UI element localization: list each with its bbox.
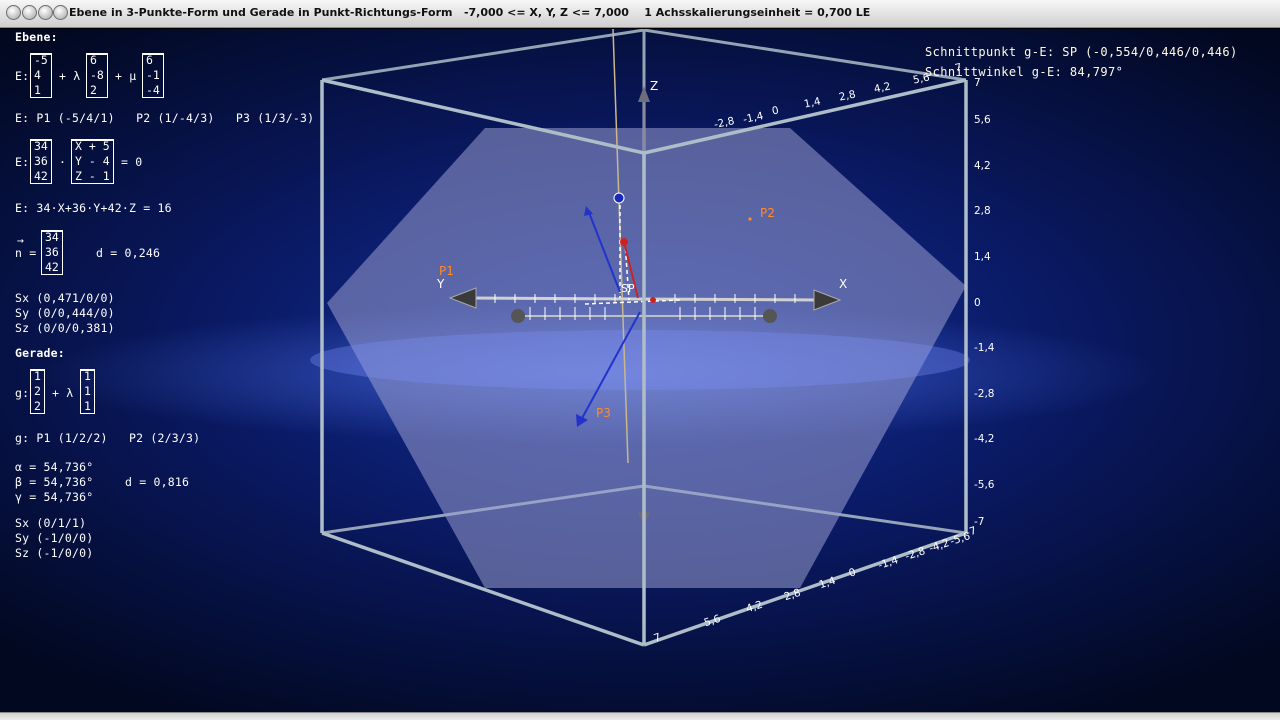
vector-cell: 34 [45,230,59,244]
line-angle-alpha: α = 54,736° [15,460,94,474]
vector-cell: 1 [84,369,91,383]
vector-cell: 1 [84,399,91,413]
vector-cell: 36 [45,245,59,259]
vector-cell: 42 [45,260,59,274]
right-scale-label: -4,2 [974,433,995,445]
p3-label: P3 [596,406,611,420]
plane-prefix: E: [15,69,30,83]
line-distance: d = 0,816 [125,475,190,489]
vector-cell: 2 [34,399,41,413]
line-support-vector: 1 2 2 [30,369,45,414]
sp-label: SP [621,282,635,295]
lambda-symbol: + λ [59,69,81,83]
vector-cell: 1 [34,83,41,97]
right-scale-label: -5,6 [974,479,995,491]
vector-cell: 1 [34,369,41,383]
z-axis-label: Z [650,79,659,93]
maximize-icon[interactable] [38,5,53,20]
coordinate-form: E: 34·X+36·Y+42·Z = 16 [15,201,172,215]
vector-cell: Y - 4 [75,154,110,168]
plane-distance: d = 0,246 [96,246,161,260]
vector-cell: X + 5 [75,139,110,153]
line-lambda-symbol: + λ [52,386,74,400]
plane-support-vector: -5 4 1 [30,53,52,98]
plane-highlight [310,330,970,390]
mu-symbol: + μ [115,69,137,83]
normal-vector-label: n = [15,246,37,260]
p2-marker [748,217,752,221]
plane-intercept-z: Sz (0/0/0,381) [15,321,115,335]
line-prefix: g: [15,386,30,400]
plane-direction-vector-2: 6 -1 -4 [142,53,164,98]
vector-cell: 4 [34,68,41,82]
line-direction-vector: 1 1 1 [80,369,95,414]
p2-label: P2 [760,206,775,220]
right-scale-label: 4,2 [974,160,991,172]
close-icon[interactable] [53,5,68,20]
vector-cell: -8 [90,68,104,82]
scene-graphics [310,29,970,647]
right-scale-label: -7 [974,516,985,528]
arrow-icon: → [17,233,25,247]
right-scale-label: 1,4 [974,251,991,263]
vector-cell: 6 [90,53,97,67]
window-menu-icon[interactable] [6,5,21,20]
line-intercept-z: Sz (-1/0/0) [15,546,94,560]
y-axis-label: Y [437,277,445,291]
right-scale-label: -1,4 [974,342,995,354]
plane-heading: Ebene: [15,30,58,44]
normal-form-difference-vector: X + 5 Y - 4 Z - 1 [71,139,114,184]
plane-intercept-x: Sx (0,471/0/0) [15,291,115,305]
vector-cell: -5 [34,53,48,67]
window-titlebar: Ebene in 3-Punkte-Form und Gerade in Pun… [0,0,1280,28]
vector-cell: 2 [34,384,41,398]
plane-points: E: P1 (-5/4/1) P2 (1/-4/3) P3 (1/3/-3) [15,111,315,125]
line-angle-gamma: γ = 54,736° [15,490,94,504]
vector-cell: 36 [34,154,48,168]
minimize-icon[interactable] [22,5,37,20]
vector-cell: 6 [146,53,153,67]
window-title: Ebene in 3-Punkte-Form und Gerade in Pun… [69,6,871,19]
right-scale-label: 0 [974,297,981,309]
intersection-angle: Schnittwinkel g-E: 84,797° [925,65,1124,79]
line-intercept-y: Sy (-1/0/0) [15,531,94,545]
line-intercept-x: Sx (0/1/1) [15,516,87,530]
vector-cell: -4 [146,83,160,97]
3d-viewport[interactable]: Z Y X P1 P2 P3 SP 7 5,6 4,2 2,8 1,4 0 -1… [0,29,1280,712]
window-bottom-border [0,712,1280,720]
vector-cell: -1 [146,68,160,82]
x-axis-label: X [839,277,848,291]
line-angle-beta: β = 54,736° [15,475,94,489]
normal-form-equals: = 0 [121,155,143,169]
right-scale-label: 5,6 [974,114,991,126]
intersection-point: Schnittpunkt g-E: SP (-0,554/0,446/0,446… [925,45,1238,59]
vector-cell: 2 [90,83,97,97]
vector-cell: 34 [34,139,48,153]
right-scale-label: 2,8 [974,205,991,217]
normal-form-normal-vector: 34 36 42 [30,139,52,184]
normal-vector: 34 36 42 [41,230,63,275]
plane-intercept-y: Sy (0/0,444/0) [15,306,115,320]
line-heading: Gerade: [15,346,65,360]
p1-label: P1 [439,264,454,278]
dot-symbol: · [59,155,67,169]
plane-direction-vector-1: 6 -8 2 [86,53,108,98]
vector-cell: Z - 1 [75,169,110,183]
vector-cell: 1 [84,384,91,398]
right-scale-label: -2,8 [974,388,995,400]
normal-form-prefix: E: [15,155,30,169]
line-points: g: P1 (1/2/2) P2 (2/3/3) [15,431,201,445]
vector-cell: 42 [34,169,48,183]
